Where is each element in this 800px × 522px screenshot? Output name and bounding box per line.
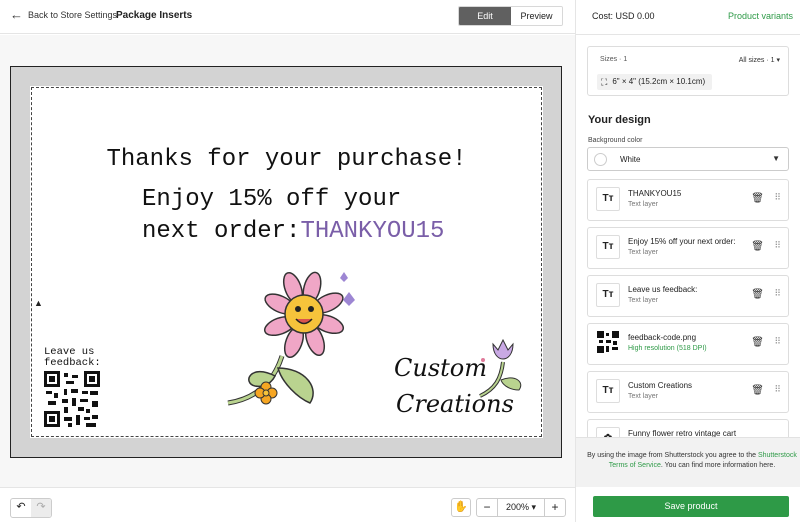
layer-name: Custom Creations [628,381,693,390]
qr-thumbnail [596,331,620,355]
layer-item[interactable]: Tт Custom Creations Text layer 🗑 ⠿ [587,371,789,413]
thanks-text[interactable]: Thanks for your purchase! [30,146,543,173]
text-layer-icon: Tт [596,187,620,211]
background-color-value: White [620,155,641,164]
editor-header: ← Back to Store Settings Package Inserts… [0,0,575,34]
back-link-label: Back to Store Settings [28,10,118,20]
discount-text[interactable]: Enjoy 15% off your next order:THANKYOU15 [142,184,444,248]
arrow-left-icon: ← [10,7,23,22]
text-layer-icon: Tт [596,379,620,403]
drag-handle-icon[interactable]: ⠿ [774,240,781,251]
layer-name: Leave us feedback: [628,285,698,294]
caret-down-icon: ▼ [772,154,780,163]
notice-text: By using the image from Shutterstock you… [586,451,798,471]
all-sizes-label: All sizes · 1 [738,57,775,64]
feedback-qr-code[interactable] [44,371,100,427]
text-layer-icon: Tт [596,235,620,259]
your-design-heading: Your design [588,114,651,126]
zoom-control: − 200% ▾ + [476,498,566,517]
discount-line-1: Enjoy 15% off your [142,186,402,213]
zoom-select[interactable]: 200% ▾ [497,499,545,516]
shutterstock-notice: By using the image from Shutterstock you… [576,437,800,487]
flower-illustration[interactable] [220,258,355,418]
layer-type: Text layer [628,393,658,400]
custom-creations-line-1: Custom [394,354,487,382]
discount-code: THANKYOU15 [300,218,445,245]
cost-label: Cost: USD 0.00 [592,11,655,21]
undo-redo-group: ↶ ↷ [10,498,52,518]
zoom-out-button[interactable]: − [477,499,497,516]
notice-text-2: . You can find more information here. [660,462,776,469]
undo-icon[interactable]: ↶ [11,499,31,517]
color-swatch [594,153,607,166]
page-title: Package Inserts [116,10,193,21]
zoom-in-button[interactable]: + [545,499,565,516]
edit-tab[interactable]: Edit [459,7,511,25]
layer-name: THANKYOU15 [628,189,682,198]
caret-down-icon: ▾ [776,57,780,64]
drag-handle-icon[interactable]: ⠿ [774,288,781,299]
design-canvas-area: Thanks for your purchase! Enjoy 15% off … [0,35,575,487]
drag-handle-icon[interactable]: ⠿ [774,336,781,347]
layer-name: feedback-code.png [628,333,697,342]
background-color-label: Background color [588,137,643,144]
trash-icon[interactable]: 🗑 [751,289,764,300]
discount-line-2: next order: [142,218,301,245]
feedback-label-line-2: feedback: [44,357,101,369]
redo-icon[interactable]: ↷ [31,499,51,517]
custom-creations-text[interactable]: Custom Creations [394,350,514,422]
mouse-cursor-icon: ▲ [34,298,43,308]
product-variants-link[interactable]: Product variants [728,11,793,21]
sizes-count: Sizes · 1 [600,56,628,63]
insert-bleed-area[interactable]: Thanks for your purchase! Enjoy 15% off … [10,66,562,458]
trash-icon[interactable]: 🗑 [751,385,764,396]
layers-list: Tт THANKYOU15 Text layer 🗑 ⠿ Tт Enjoy 15… [587,179,789,467]
trash-icon[interactable]: 🗑 [751,241,764,252]
edit-preview-toggle: Edit Preview [458,6,563,26]
hand-pan-icon[interactable]: ✋ [451,498,471,517]
canvas-toolbar: ↶ ↷ ✋ − 200% ▾ + [0,487,575,522]
background-color-select[interactable]: White ▼ [587,147,789,171]
resize-icon: ⛶ [601,77,608,87]
zoom-value: 200% [505,502,529,512]
layer-item[interactable]: Tт Leave us feedback: Text layer 🗑 ⠿ [587,275,789,317]
layer-item[interactable]: Tт Enjoy 15% off your next order: Text l… [587,227,789,269]
design-sidebar: Cost: USD 0.00 Product variants Sizes · … [575,0,800,522]
custom-creations-line-2: Creations [396,390,514,418]
trash-icon[interactable]: 🗑 [751,193,764,204]
layer-name: Enjoy 15% off your next order: [628,237,736,246]
layer-type: Text layer [628,201,658,208]
chevron-down-icon: ▾ [531,502,537,512]
size-chip[interactable]: ⛶ 6" × 4" (15.2cm × 10.1cm) [597,74,713,90]
insert-card[interactable]: Thanks for your purchase! Enjoy 15% off … [30,86,543,438]
sizes-panel: Sizes · 1 All sizes · 1 ▾ ⛶ 6" × 4" (15.… [587,46,789,96]
layer-item[interactable]: Tт THANKYOU15 Text layer 🗑 ⠿ [587,179,789,221]
layer-type: Text layer [628,297,658,304]
save-product-button[interactable]: Save product [593,496,789,517]
layer-type: Text layer [628,249,658,256]
all-sizes-dropdown[interactable]: All sizes · 1 ▾ [739,56,780,64]
back-to-store-settings-link[interactable]: ← Back to Store Settings [10,7,118,22]
preview-tab[interactable]: Preview [511,7,562,25]
divider [576,34,800,35]
drag-handle-icon[interactable]: ⠿ [774,384,781,395]
feedback-label[interactable]: Leave us feedback: [44,347,101,369]
notice-text-1: By using the image from Shutterstock you… [587,452,756,459]
trash-icon[interactable]: 🗑 [751,337,764,348]
layer-item[interactable]: feedback-code.png High resolution (518 D… [587,323,789,365]
layer-resolution: High resolution (518 DPI) [628,345,707,352]
drag-handle-icon[interactable]: ⠿ [774,192,781,203]
text-layer-icon: Tт [596,283,620,307]
size-value: 6" × 4" (15.2cm × 10.1cm) [612,77,706,86]
